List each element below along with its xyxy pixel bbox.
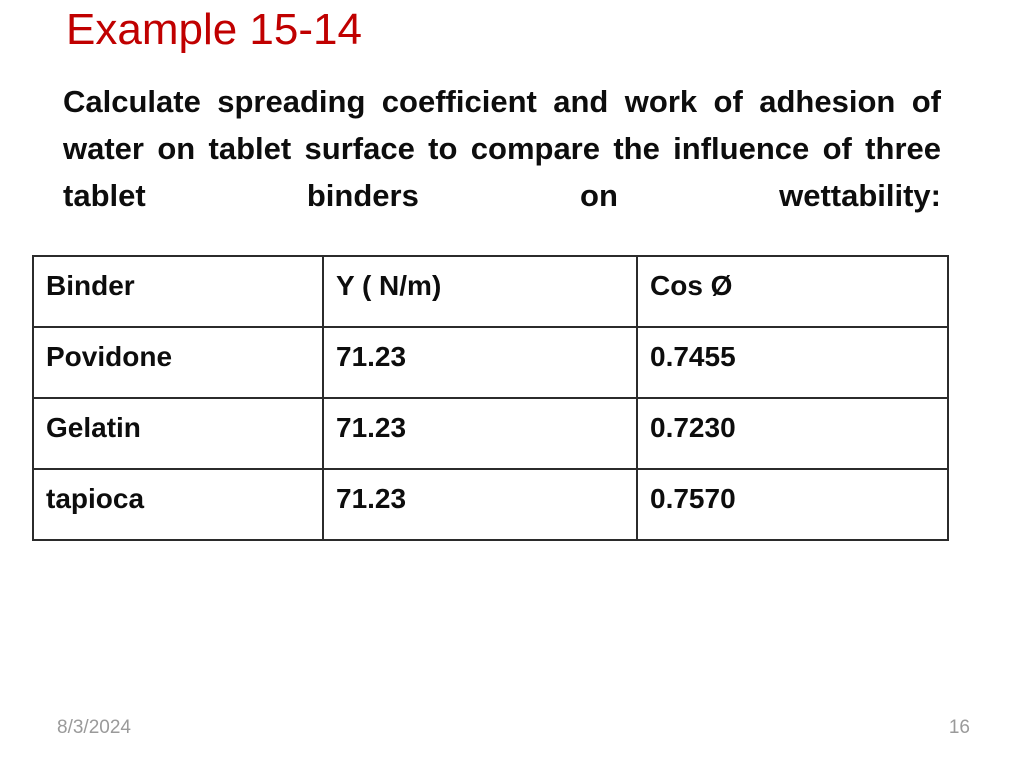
table-row: Gelatin 71.23 0.7230 xyxy=(32,397,949,470)
column-header-surface-tension: Y ( N/m) xyxy=(322,255,638,328)
cell-surface-tension: 71.23 xyxy=(322,326,638,399)
cell-binder-name: Gelatin xyxy=(32,397,324,470)
binders-table: Binder Y ( N/m) Cos Ø Povidone 71.23 0.7… xyxy=(32,255,949,541)
footer-date: 8/3/2024 xyxy=(57,717,131,738)
cell-surface-tension: 71.23 xyxy=(322,468,638,541)
table-header-row: Binder Y ( N/m) Cos Ø xyxy=(32,255,949,328)
cell-binder-name: tapioca xyxy=(32,468,324,541)
footer-page-number: 16 xyxy=(948,717,970,738)
cell-cos-theta: 0.7230 xyxy=(636,397,949,470)
cell-cos-theta: 0.7570 xyxy=(636,468,949,541)
cell-cos-theta: 0.7455 xyxy=(636,326,949,399)
body-paragraph: Calculate spreading coefficient and work… xyxy=(63,84,941,213)
page-title: Example 15-14 xyxy=(66,5,362,54)
column-header-binder: Binder xyxy=(32,255,324,328)
table-row: tapioca 71.23 0.7570 xyxy=(32,468,949,541)
slide-canvas: Example 15-14 Calculate spreading coeffi… xyxy=(0,0,1024,768)
column-header-cos-theta: Cos Ø xyxy=(636,255,949,328)
cell-surface-tension: 71.23 xyxy=(322,397,638,470)
table-row: Povidone 71.23 0.7455 xyxy=(32,326,949,399)
cell-binder-name: Povidone xyxy=(32,326,324,399)
